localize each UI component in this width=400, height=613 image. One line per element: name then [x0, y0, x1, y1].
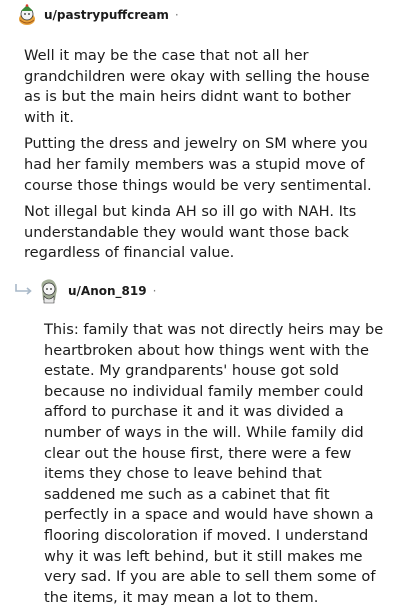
- comment-author[interactable]: u/Anon_819: [68, 284, 147, 298]
- comment-paragraph: Not illegal but kinda AH so ill go with …: [24, 203, 357, 262]
- comment-body: Well it may be the case that not all her…: [24, 46, 384, 270]
- snoo-avatar-icon[interactable]: [16, 4, 38, 26]
- comment-header: u/pastrypuffcream ·: [16, 4, 179, 26]
- comment-paragraph: Putting the dress and jewelry on SM wher…: [24, 135, 372, 194]
- comment-paragraph: This: family that was not directly heirs…: [44, 321, 384, 606]
- meta-separator: ·: [174, 8, 179, 22]
- comment-paragraph: Well it may be the case that not all her…: [24, 47, 370, 126]
- meta-separator: ·: [152, 284, 157, 298]
- reply-arrow-icon: [15, 284, 32, 295]
- snoo-avatar-icon[interactable]: [38, 278, 60, 304]
- comment-author[interactable]: u/pastrypuffcream: [44, 8, 169, 22]
- comment-header: u/Anon_819 ·: [38, 278, 156, 304]
- comment-body: This: family that was not directly heirs…: [44, 320, 384, 613]
